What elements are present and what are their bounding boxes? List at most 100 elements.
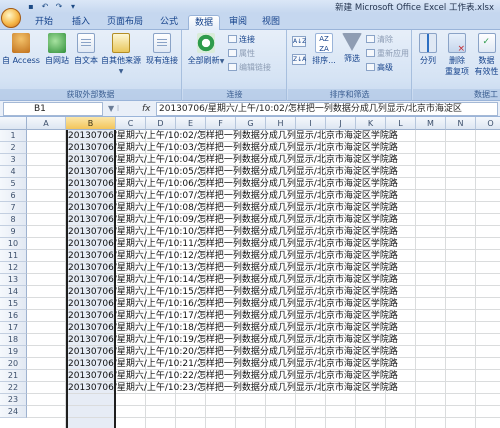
column-header-e[interactable]: E xyxy=(176,117,206,130)
group-label-connections: 连接 xyxy=(183,89,286,100)
remove-duplicates-icon xyxy=(448,33,466,54)
gridline-vertical xyxy=(445,130,446,428)
column-header-a[interactable]: A xyxy=(27,117,66,130)
row-header[interactable]: 5 xyxy=(0,178,27,190)
column-header-f[interactable]: F xyxy=(206,117,236,130)
column-header-g[interactable]: G xyxy=(236,117,266,130)
column-header-n[interactable]: N xyxy=(446,117,476,130)
insert-function-icon[interactable]: fx xyxy=(142,102,151,116)
column-header-o[interactable]: O xyxy=(476,117,500,130)
column-header-h[interactable]: H xyxy=(266,117,296,130)
row-header[interactable]: 21 xyxy=(0,370,27,382)
row-header[interactable]: 6 xyxy=(0,190,27,202)
remove-duplicates-button[interactable]: 删除 重复项 xyxy=(442,33,472,76)
tab-insert[interactable]: 插入 xyxy=(64,15,98,30)
row-header[interactable]: 12 xyxy=(0,262,27,274)
row-header[interactable]: 19 xyxy=(0,346,27,358)
existing-connections-icon xyxy=(153,33,171,53)
formula-input[interactable]: 20130706/星期六/上午/10:02/怎样把一列数据分成几列显示/北京市海… xyxy=(156,102,498,116)
sort-button[interactable]: AZ ZA 排序... xyxy=(310,33,338,75)
column-header-j[interactable]: J xyxy=(326,117,356,130)
gridline-vertical xyxy=(415,130,416,428)
globe-icon xyxy=(48,33,66,53)
row-header[interactable]: 11 xyxy=(0,250,27,262)
edit-links-icon xyxy=(228,63,237,71)
formula-bar: B1 ▼ ⁝ fx 20130706/星期六/上午/10:02/怎样把一列数据分… xyxy=(0,101,500,117)
row-header[interactable]: 23 xyxy=(0,394,27,406)
text-to-columns-button[interactable]: 分列 xyxy=(416,33,440,75)
column-header-d[interactable]: D xyxy=(146,117,176,130)
select-all-corner[interactable] xyxy=(0,117,27,130)
row-header[interactable]: 4 xyxy=(0,166,27,178)
connections-button[interactable]: 连接 xyxy=(228,34,255,46)
clear-filter-icon xyxy=(366,35,375,43)
row-header[interactable]: 13 xyxy=(0,274,27,286)
title-bar: ▪ ↶ ↷ ▾ 新建 Microsoft Office Excel 工作表.xl… xyxy=(0,0,500,13)
row-header[interactable]: 17 xyxy=(0,322,27,334)
save-icon[interactable]: ▪ xyxy=(26,2,36,11)
other-sources-icon xyxy=(112,33,130,53)
row-header[interactable]: 7 xyxy=(0,202,27,214)
row-header[interactable]: 10 xyxy=(0,238,27,250)
advanced-filter-button[interactable]: 高级 xyxy=(366,62,393,74)
properties-icon xyxy=(228,49,237,57)
tab-page-layout[interactable]: 页面布局 xyxy=(101,15,149,30)
row-header[interactable]: 1 xyxy=(0,130,27,142)
row-header[interactable]: 18 xyxy=(0,334,27,346)
chevron-down-icon[interactable]: ▾ xyxy=(68,2,78,11)
filter-funnel-icon xyxy=(342,33,362,51)
row-header[interactable]: 2 xyxy=(0,142,27,154)
redo-icon[interactable]: ↷ xyxy=(54,2,64,11)
tab-view[interactable]: 视图 xyxy=(256,15,286,30)
advanced-filter-icon xyxy=(366,63,375,71)
row-header[interactable]: 8 xyxy=(0,214,27,226)
name-box[interactable]: B1 xyxy=(3,102,103,116)
refresh-icon xyxy=(197,33,215,53)
row-header[interactable]: 14 xyxy=(0,286,27,298)
row-header[interactable]: 15 xyxy=(0,298,27,310)
access-icon xyxy=(12,33,30,53)
from-access-button[interactable]: 自 Access xyxy=(1,33,41,75)
reapply-icon xyxy=(366,49,375,57)
sort-descending-button[interactable]: Z↓A xyxy=(292,52,308,65)
ribbon-tab-bar: 开始 插入 页面布局 公式 数据 审阅 视图 xyxy=(0,13,500,30)
row-header[interactable]: 16 xyxy=(0,310,27,322)
ribbon: 自 Access 自网站 自文本 自其他来源▼ 现有连接 获取外部数据 全部刷新… xyxy=(0,30,500,101)
group-data-tools: 分列 删除 重复项 数据 有效性 数据工 xyxy=(413,30,500,101)
tab-data[interactable]: 数据 xyxy=(188,15,220,30)
row-header[interactable]: 20 xyxy=(0,358,27,370)
from-other-sources-button[interactable]: 自其他来源▼ xyxy=(100,33,142,75)
tab-formulas[interactable]: 公式 xyxy=(152,15,186,30)
reapply-button[interactable]: 重新应用 xyxy=(366,48,409,60)
column-header-b[interactable]: B xyxy=(66,117,116,130)
office-button[interactable] xyxy=(1,8,21,28)
tab-review[interactable]: 审阅 xyxy=(223,15,253,30)
group-get-external-data: 自 Access 自网站 自文本 自其他来源▼ 现有连接 获取外部数据 xyxy=(0,30,182,101)
row-header[interactable]: 24 xyxy=(0,406,27,418)
from-web-button[interactable]: 自网站 xyxy=(42,33,72,75)
sort-ascending-button[interactable]: A↓Z xyxy=(292,34,308,47)
sort-ascending-icon: A↓Z xyxy=(292,36,307,47)
column-header-k[interactable]: K xyxy=(356,117,386,130)
row-header[interactable]: 9 xyxy=(0,226,27,238)
column-header-c[interactable]: C xyxy=(116,117,146,130)
filter-button[interactable]: 筛选 xyxy=(340,33,364,75)
column-header-l[interactable]: L xyxy=(386,117,416,130)
properties-button[interactable]: 属性 xyxy=(228,48,255,60)
existing-connections-button[interactable]: 现有连接 xyxy=(144,33,180,75)
data-validation-button[interactable]: 数据 有效性 xyxy=(473,33,500,76)
from-text-button[interactable]: 自文本 xyxy=(72,33,100,75)
undo-icon[interactable]: ↶ xyxy=(40,2,50,11)
text-file-icon xyxy=(77,33,95,53)
row-header[interactable]: 22 xyxy=(0,382,27,394)
resize-handle-icon[interactable]: ▼ ⁝ xyxy=(108,104,119,113)
row-header[interactable]: 3 xyxy=(0,154,27,166)
tab-home[interactable]: 开始 xyxy=(27,15,61,30)
clear-filter-button[interactable]: 清除 xyxy=(366,34,393,46)
edit-links-button[interactable]: 编辑链接 xyxy=(228,62,271,74)
refresh-all-button[interactable]: 全部刷新▼ xyxy=(187,33,225,75)
column-header-m[interactable]: M xyxy=(416,117,446,130)
data-validation-icon xyxy=(477,33,496,53)
worksheet-grid[interactable]: ABCDEFGHIJKLMNO 1 20130706/星期六/上午/10:02/怎… xyxy=(0,117,500,428)
column-header-i[interactable]: I xyxy=(296,117,326,130)
